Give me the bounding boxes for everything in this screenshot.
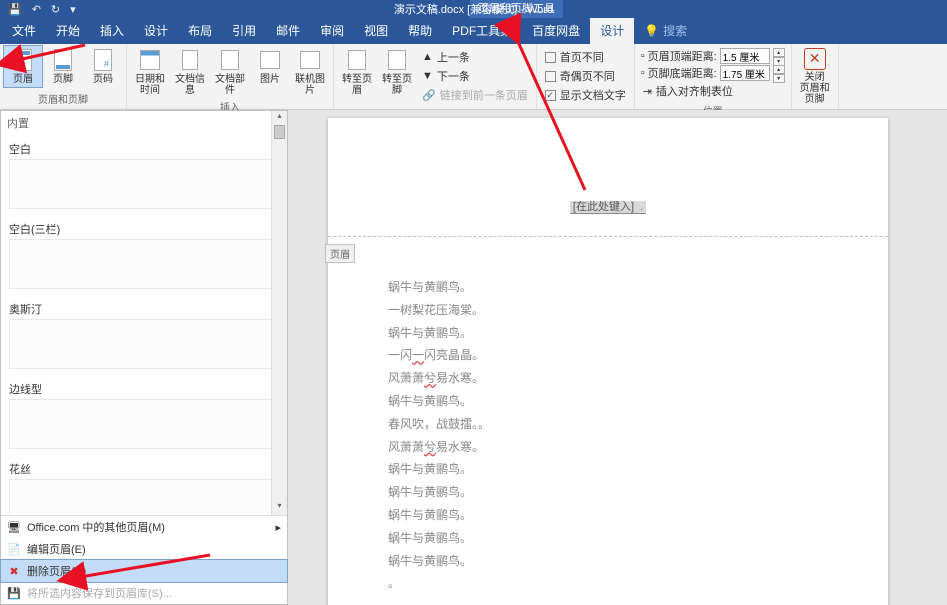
insert-alignment-tab[interactable]: ⇥插入对齐制表位 (641, 82, 785, 100)
doc-line: 风萧萧兮易水寒。 (388, 436, 828, 459)
goto-footer-icon (385, 48, 409, 72)
save-gallery-icon: 💾 (7, 586, 21, 600)
document-body: 蜗牛与黄鹂鸟。 一树梨花压海棠。 蜗牛与黄鹂鸟。 一闪一闪亮晶晶。 风萧萧兮易水… (388, 276, 828, 595)
header-top-icon: ▫ (641, 50, 645, 62)
scroll-thumb[interactable] (274, 125, 285, 139)
link-icon: 🔗 (422, 89, 436, 102)
tab-references[interactable]: 引用 (222, 17, 266, 44)
scroll-up-icon[interactable]: ▴ (272, 111, 287, 125)
ribbon-tabs: 文件 开始 插入 设计 布局 引用 邮件 审阅 视图 帮助 PDF工具集 百度网… (0, 18, 947, 44)
gallery-item-blank[interactable]: 空白 (1, 135, 287, 215)
search-label: 搜索 (663, 22, 687, 39)
online-picture-button[interactable]: 联机图片 (291, 46, 329, 98)
header-gallery-dropdown: ▴ ▾ 内置 空白 空白(三栏) 奥斯汀 边线型 花丝 怀旧 (0, 110, 288, 605)
prev-icon: ▲ (422, 51, 433, 63)
header-edit-field[interactable]: [在此处键入]. (328, 198, 888, 214)
chevron-right-icon: ▸ (275, 521, 281, 534)
gallery-scrollbar[interactable]: ▴ ▾ (271, 111, 287, 515)
more-headers-office[interactable]: 🖥 Office.com 中的其他页眉(M) ▸ (1, 516, 287, 538)
annotation-arrow-1 (0, 0, 120, 80)
gallery-item-austin[interactable]: 奥斯汀 (1, 295, 287, 375)
gallery-item-filigree[interactable]: 花丝 (1, 455, 287, 515)
title-bar: 💾 ↶ ↻ ▾ 页眉和页脚工具 演示文稿.docx [兼容模式] - Word (0, 0, 947, 18)
date-time-button[interactable]: 日期和时间 (131, 46, 169, 98)
gallery-item-blank-3col[interactable]: 空白(三栏) (1, 215, 287, 295)
doc-line: 蜗牛与黄鹂鸟。 (388, 504, 828, 527)
online-picture-icon (298, 48, 322, 72)
header-tag: 页眉 (325, 244, 355, 263)
header-placeholder[interactable]: [在此处键入] (570, 201, 637, 214)
doc-line: 蜗牛与黄鹂鸟。 (388, 390, 828, 413)
header-top-input[interactable] (720, 48, 770, 64)
lightbulb-icon: 💡 (644, 24, 659, 38)
doc-line: 。 (388, 572, 828, 595)
goto-footer-button[interactable]: 转至页脚 (378, 46, 416, 98)
tab-review[interactable]: 审阅 (310, 17, 354, 44)
annotation-arrow-3 (60, 545, 230, 595)
picture-icon (258, 48, 282, 72)
remove-icon: ✖ (7, 564, 21, 578)
doc-line: 风萧萧兮易水寒。 (388, 367, 828, 390)
spinner-buttons[interactable]: ▴▾ (773, 48, 785, 64)
picture-button[interactable]: 图片 (251, 46, 289, 87)
doc-line: 蜗牛与黄鹂鸟。 (388, 481, 828, 504)
header-boundary (328, 236, 888, 237)
close-icon: ✕ (804, 48, 826, 70)
doc-info-button[interactable]: 文档信息 (171, 46, 209, 98)
goto-header-button[interactable]: 转至页眉 (338, 46, 376, 98)
ribbon: 页眉 页脚 # 页码 页眉和页脚 日期和时间 文档信息 (0, 44, 947, 110)
group-close: ✕ 关闭 页眉和页脚 关闭 (792, 44, 839, 109)
group-label-hf: 页眉和页脚 (38, 90, 88, 107)
calendar-icon (138, 48, 162, 72)
spinner-buttons[interactable]: ▴▾ (773, 65, 785, 81)
gallery-scroll[interactable]: ▴ ▾ 内置 空白 空白(三栏) 奥斯汀 边线型 花丝 怀旧 (1, 111, 287, 515)
header-top-distance[interactable]: ▫ 页眉顶端距离: ▴▾ (641, 48, 785, 64)
annotation-arrow-2 (480, 0, 620, 200)
tab-layout[interactable]: 布局 (178, 17, 222, 44)
doc-parts-button[interactable]: 文档部件 (211, 46, 249, 98)
doc-parts-icon (218, 48, 242, 72)
goto-header-icon (345, 48, 369, 72)
scroll-down-icon[interactable]: ▾ (272, 501, 287, 515)
align-tab-icon: ⇥ (643, 85, 652, 98)
footer-bot-input[interactable] (720, 65, 770, 81)
group-position: ▫ 页眉顶端距离: ▴▾ ▫ 页脚底端距离: ▴▾ ⇥插入对齐制表位 位置 (635, 44, 792, 109)
tab-mailings[interactable]: 邮件 (266, 17, 310, 44)
close-header-footer-button[interactable]: ✕ 关闭 页眉和页脚 (796, 46, 834, 107)
doc-line: 春风吹，战鼓擂。。 (388, 413, 828, 436)
doc-line: 蜗牛与黄鹂鸟。 (388, 458, 828, 481)
office-icon: 🖥 (7, 520, 21, 534)
next-icon: ▼ (422, 70, 433, 82)
gallery-item-sideline[interactable]: 边线型 (1, 375, 287, 455)
doc-line: 蜗牛与黄鹂鸟。 (388, 276, 828, 299)
tab-view[interactable]: 视图 (354, 17, 398, 44)
edit-icon: 📄 (7, 542, 21, 556)
doc-line: 蜗牛与黄鹂鸟。 (388, 550, 828, 573)
doc-info-icon (178, 48, 202, 72)
gallery-heading: 内置 (1, 111, 287, 135)
tab-design[interactable]: 设计 (134, 17, 178, 44)
content-area: ▴ ▾ 内置 空白 空白(三栏) 奥斯汀 边线型 花丝 怀旧 (0, 110, 947, 605)
group-insert: 日期和时间 文档信息 文档部件 图片 联机图片 插入 (127, 44, 334, 109)
tell-me-search[interactable]: 💡 搜索 (634, 17, 697, 44)
doc-line: 一树梨花压海棠。 (388, 299, 828, 322)
doc-line: 蜗牛与黄鹂鸟。 (388, 527, 828, 550)
footer-bottom-distance[interactable]: ▫ 页脚底端距离: ▴▾ (641, 65, 785, 81)
footer-bot-icon: ▫ (641, 67, 645, 79)
doc-line: 蜗牛与黄鹂鸟。 (388, 322, 828, 345)
tab-help[interactable]: 帮助 (398, 17, 442, 44)
doc-line: 一闪一闪亮晶晶。 (388, 344, 828, 367)
